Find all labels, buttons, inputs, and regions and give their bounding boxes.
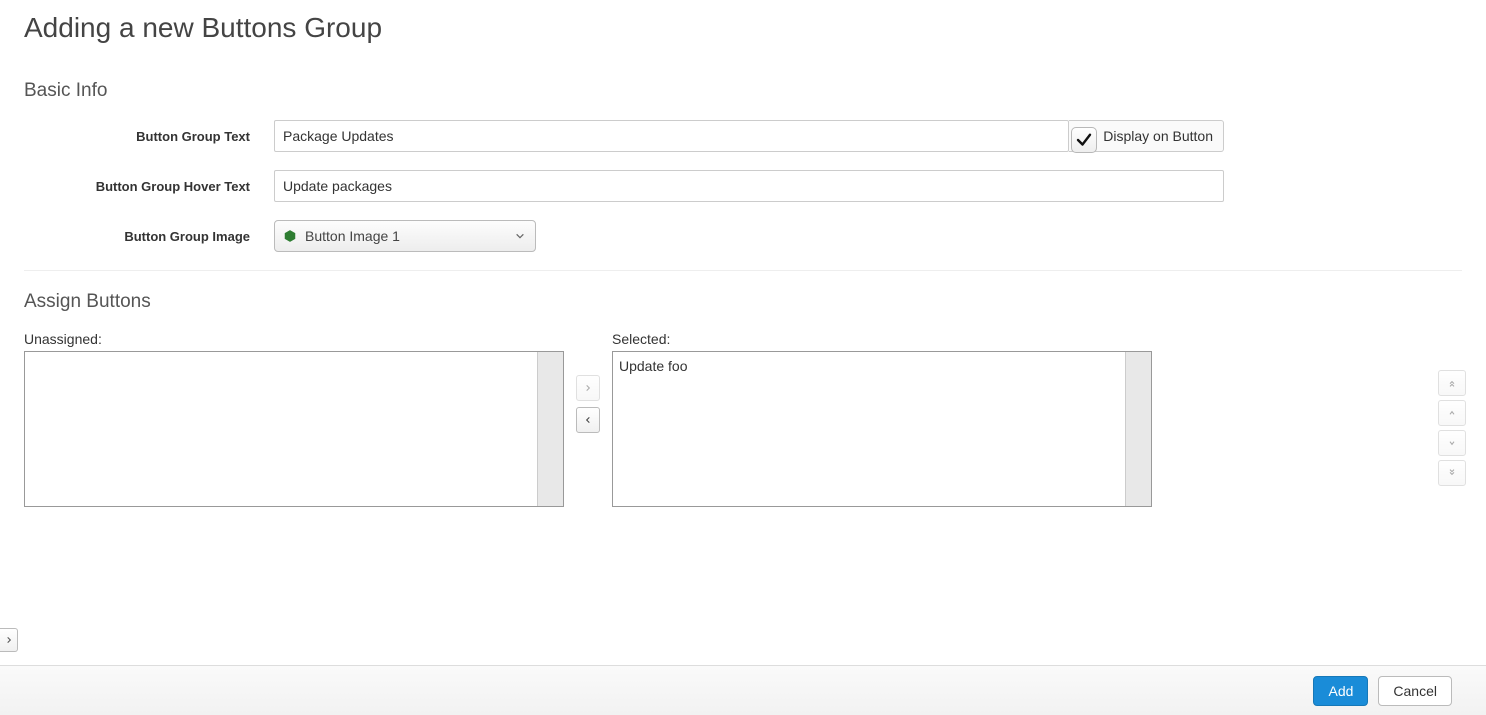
move-up-button[interactable] xyxy=(1438,400,1466,426)
dropdown-selected-label: Button Image 1 xyxy=(305,228,400,244)
listbox-selected[interactable]: Update foo xyxy=(612,351,1152,507)
label-unassigned: Unassigned: xyxy=(24,331,564,347)
section-basic-info-title: Basic Info xyxy=(24,80,1462,102)
cancel-button[interactable]: Cancel xyxy=(1378,676,1452,706)
add-button[interactable]: Add xyxy=(1313,676,1368,706)
input-button-group-hover-text[interactable] xyxy=(274,170,1224,202)
label-selected: Selected: xyxy=(612,331,1152,347)
move-left-button[interactable] xyxy=(576,407,600,433)
row-button-group-text: Button Group Text Display on Button xyxy=(24,120,1462,152)
checkmark-icon xyxy=(1071,127,1097,153)
hexagon-icon xyxy=(283,229,297,243)
display-on-button-toggle[interactable]: Display on Button xyxy=(1069,120,1224,152)
move-to-bottom-button[interactable] xyxy=(1438,460,1466,486)
list-item[interactable]: Update foo xyxy=(619,356,1119,376)
section-assign-title: Assign Buttons xyxy=(24,291,1462,313)
section-divider xyxy=(24,270,1462,271)
label-button-group-text: Button Group Text xyxy=(24,129,274,144)
label-button-group-image: Button Group Image xyxy=(24,229,274,244)
move-to-top-button[interactable] xyxy=(1438,370,1466,396)
scrollbar[interactable] xyxy=(537,352,563,506)
row-button-group-image: Button Group Image Button Image 1 xyxy=(24,220,1462,252)
expand-sidebar-button[interactable] xyxy=(0,628,18,652)
chevron-down-icon xyxy=(515,228,525,244)
move-right-button[interactable] xyxy=(576,375,600,401)
move-down-button[interactable] xyxy=(1438,430,1466,456)
label-button-group-hover-text: Button Group Hover Text xyxy=(24,179,274,194)
input-button-group-text[interactable] xyxy=(274,120,1069,152)
listbox-unassigned[interactable] xyxy=(24,351,564,507)
dropdown-button-group-image[interactable]: Button Image 1 xyxy=(274,220,536,252)
page-title: Adding a new Buttons Group xyxy=(24,12,1462,44)
scrollbar[interactable] xyxy=(1125,352,1151,506)
display-on-button-label: Display on Button xyxy=(1103,128,1213,144)
row-button-group-hover-text: Button Group Hover Text xyxy=(24,170,1462,202)
footer-bar: Add Cancel xyxy=(0,665,1486,715)
